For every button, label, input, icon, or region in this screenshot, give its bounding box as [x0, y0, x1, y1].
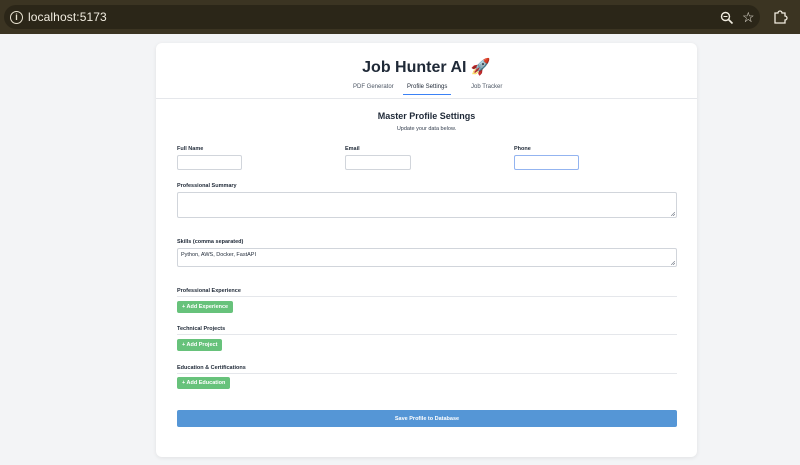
main-card: Job Hunter AI 🚀 PDF Generator Profile Se…: [156, 43, 697, 457]
zoom-icon[interactable]: [720, 11, 734, 25]
full-name-field[interactable]: [177, 155, 242, 170]
browser-toolbar: i localhost:5173 ☆: [0, 0, 800, 34]
resize-handle-icon[interactable]: [671, 212, 675, 216]
phone-field[interactable]: [514, 155, 579, 170]
tab-job-tracker[interactable]: Job Tracker: [471, 84, 502, 94]
tab-bar: PDF Generator Profile Settings Job Track…: [156, 83, 697, 99]
email-field[interactable]: [345, 155, 411, 170]
extensions-icon[interactable]: [772, 9, 788, 25]
page-subtitle: Update your data below.: [396, 126, 457, 132]
resize-handle-icon[interactable]: [671, 261, 675, 265]
add-experience-button[interactable]: + Add Experience: [177, 301, 234, 313]
star-icon[interactable]: ☆: [742, 10, 757, 25]
experience-section-header: Professional Experience: [177, 288, 677, 297]
info-icon[interactable]: i: [10, 11, 23, 24]
projects-section-header: Technical Projects: [177, 326, 677, 335]
full-name-label: Full Name: [177, 146, 204, 152]
email-label: Email: [345, 146, 360, 152]
education-section-header: Education & Certifications: [177, 365, 677, 374]
phone-label: Phone: [514, 146, 531, 152]
add-education-button[interactable]: + Add Education: [177, 377, 231, 389]
address-bar[interactable]: i localhost:5173 ☆: [4, 5, 760, 29]
url-text[interactable]: localhost:5173: [28, 10, 107, 24]
skills-label: Skills (comma separated): [177, 239, 244, 245]
tab-pdf-generator[interactable]: PDF Generator: [353, 84, 394, 94]
skills-value: Python, AWS, Docker, FastAPI: [181, 252, 256, 258]
summary-label: Professional Summary: [177, 183, 237, 189]
app-title: Job Hunter AI 🚀: [362, 59, 491, 76]
add-project-button[interactable]: + Add Project: [177, 339, 223, 351]
page-title: Master Profile Settings: [377, 111, 476, 121]
skills-textarea[interactable]: Python, AWS, Docker, FastAPI: [177, 248, 677, 267]
summary-textarea[interactable]: [177, 192, 677, 218]
tab-profile-settings[interactable]: Profile Settings: [403, 84, 452, 95]
save-profile-button[interactable]: Save Profile to Database: [177, 410, 677, 427]
